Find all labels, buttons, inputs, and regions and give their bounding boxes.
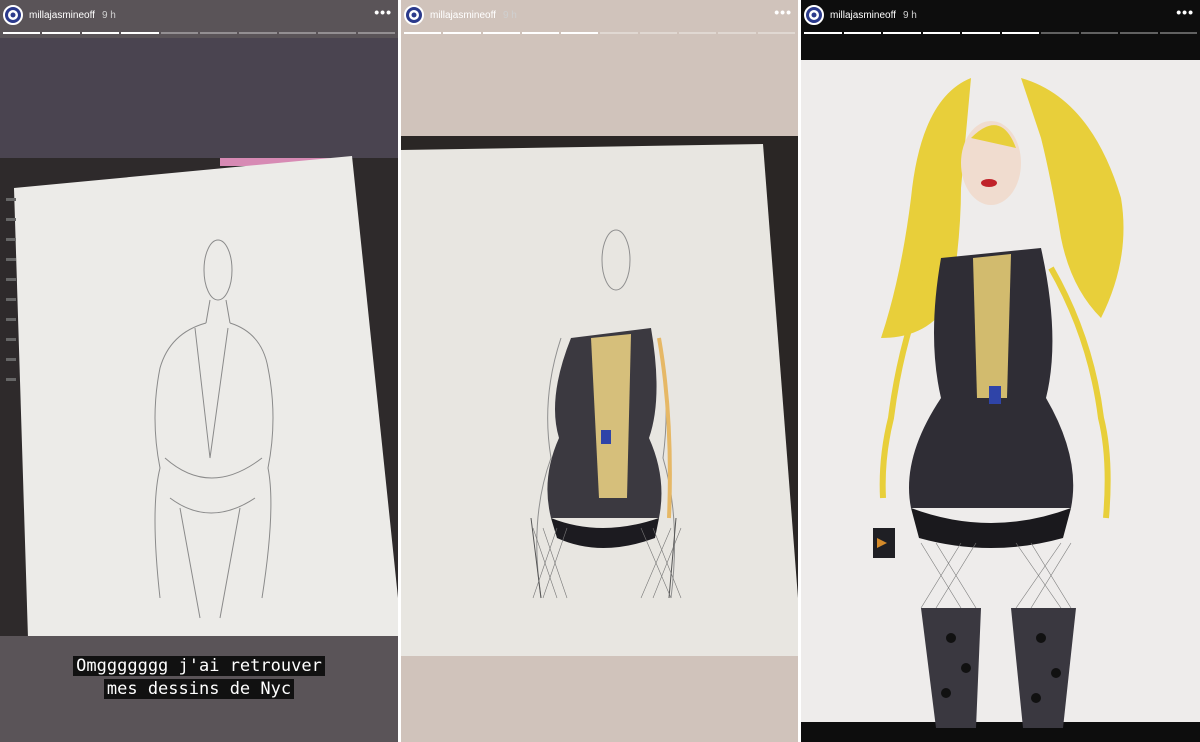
progress-bar [3,32,396,34]
progress-segment [962,32,1000,34]
progress-segment [42,32,80,34]
timestamp: 9 h [502,9,517,21]
story-panel-1[interactable]: millajasmineoff 9 h ••• Omggggggg j'ai r… [0,0,398,742]
progress-segment [121,32,159,34]
username[interactable]: millajasmineoff [830,10,896,21]
progress-segment [404,32,442,34]
story-header: millajasmineoff 9 h ••• [401,0,798,30]
progress-segment [1159,32,1197,34]
progress-segment [639,32,678,34]
progress-segment [600,32,638,34]
timestamp: 9 h [902,9,917,21]
progress-segment [718,32,756,34]
username[interactable]: millajasmineoff [29,10,95,21]
eye-logo-icon [8,10,18,20]
progress-segment [561,32,599,34]
progress-segment [679,32,717,34]
progress-segment [357,32,396,34]
story-photo [0,38,398,742]
progress-bar [404,32,795,34]
progress-segment [200,32,238,34]
progress-segment [1080,32,1118,34]
progress-segment [1001,32,1039,34]
sketch-drawing-1 [0,38,398,742]
progress-segment [318,32,356,34]
caption-line-2: mes dessins de Nyc [103,679,295,699]
avatar[interactable] [804,5,824,25]
progress-segment [922,32,960,34]
progress-segment [521,32,560,34]
story-header: millajasmineoff 9 h ••• [801,0,1200,30]
progress-segment [443,32,481,34]
progress-segment [3,32,41,34]
avatar[interactable] [3,5,23,25]
progress-segment [1041,32,1079,34]
more-dots-icon[interactable]: ••• [374,5,392,19]
progress-segment [883,32,921,34]
story-panel-2[interactable]: millajasmineoff 9 h ••• [401,0,798,742]
progress-segment [1120,32,1158,34]
timestamp: 9 h [101,9,116,21]
progress-segment [81,32,120,34]
username[interactable]: millajasmineoff [430,10,496,21]
story-caption: Omggggggg j'ai retrouver mes dessins de … [0,655,398,701]
sketch-drawing-3 [801,38,1200,742]
caption-line-1: Omggggggg j'ai retrouver [73,656,325,676]
sketch-drawing-2 [401,38,798,742]
progress-bar [804,32,1197,34]
story-panel-3[interactable]: millajasmineoff 9 h ••• [801,0,1200,742]
story-header: millajasmineoff 9 h ••• [0,0,398,30]
progress-segment [804,32,842,34]
eye-logo-icon [809,10,819,20]
story-photo [401,38,798,742]
progress-segment [239,32,277,34]
more-dots-icon[interactable]: ••• [774,5,792,19]
progress-segment [278,32,317,34]
more-dots-icon[interactable]: ••• [1176,5,1194,19]
story-photo [801,38,1200,742]
avatar[interactable] [404,5,424,25]
progress-segment [843,32,881,34]
progress-segment [160,32,199,34]
eye-logo-icon [409,10,419,20]
progress-segment [757,32,795,34]
progress-segment [482,32,520,34]
